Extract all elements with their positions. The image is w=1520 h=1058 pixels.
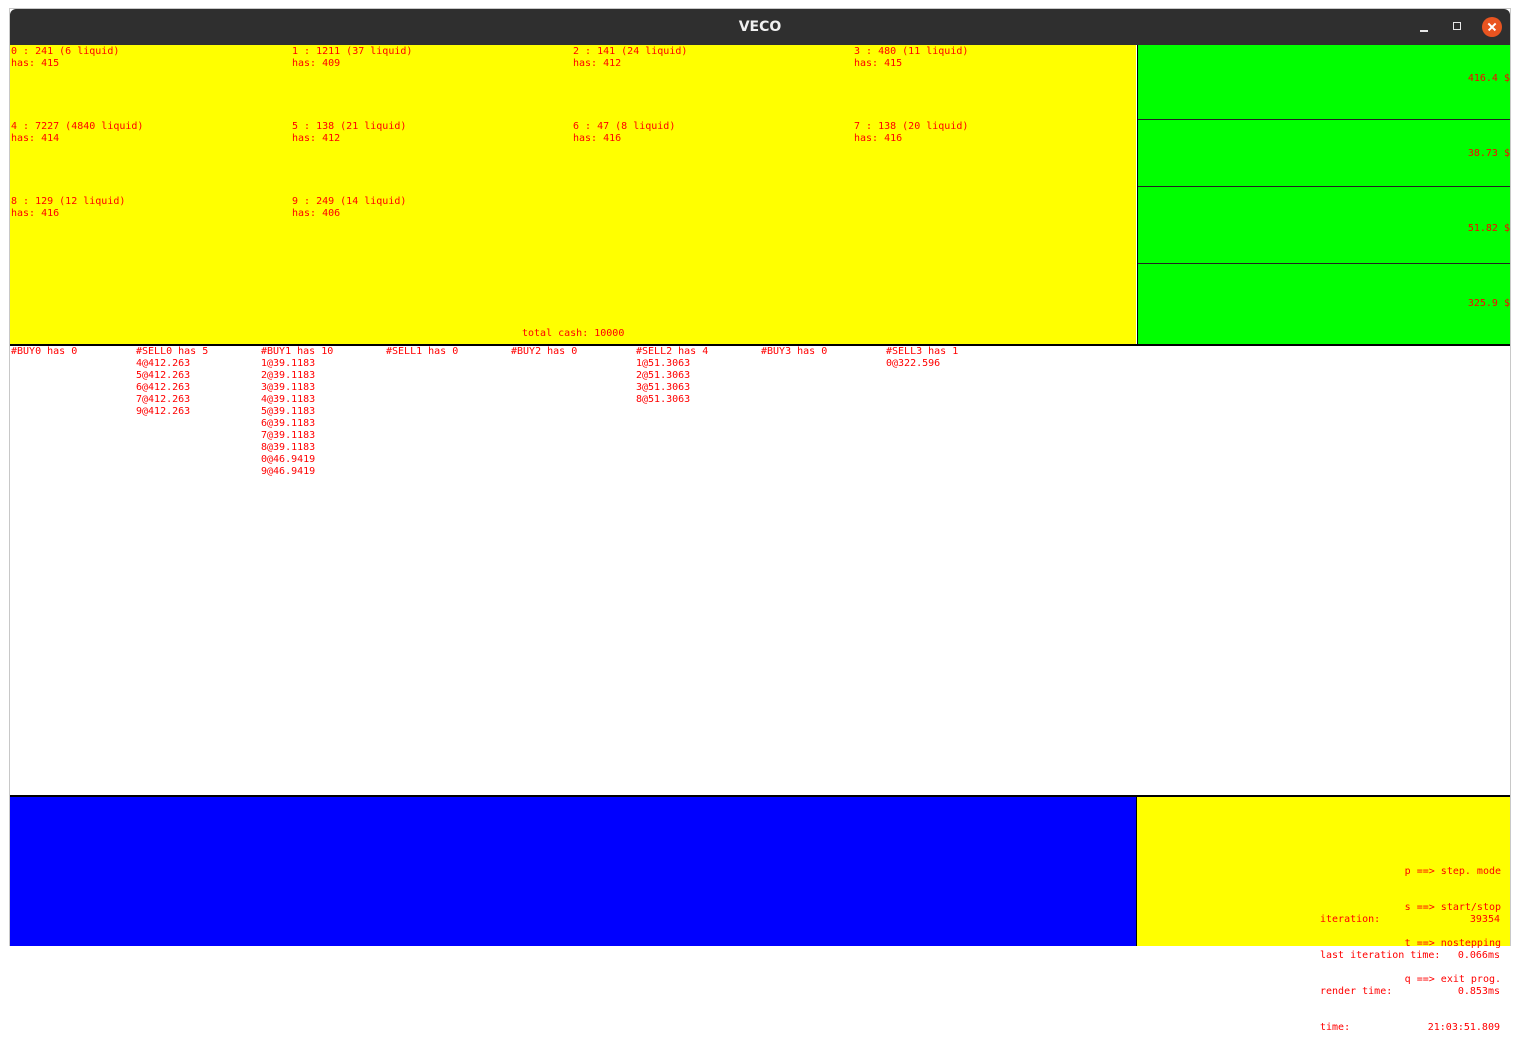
stat-last-iteration-time: last iteration time: 0.066ms [1320, 950, 1500, 961]
price-value: 416.4 $ [1467, 73, 1510, 84]
window-title: VECO [738, 19, 782, 35]
account-1: 1 : 1211 (37 liquid) has: 409 [292, 46, 413, 69]
price-value: 51.82 $ [1467, 223, 1510, 234]
stat-time: time: 21:03:51.809 [1320, 1022, 1500, 1033]
minimize-button[interactable] [1414, 17, 1434, 37]
price-row-1: 38.73 $ [1138, 120, 1510, 187]
order-book-sell1: #SELL1 has 0 [386, 346, 459, 357]
stat-iteration: iteration: 39354 [1320, 914, 1500, 925]
account-6: 6 : 47 (8 liquid) has: 416 [573, 121, 676, 144]
canvas: 0 : 241 (6 liquid) has: 415 1 : 1211 (37 … [10, 45, 1510, 1033]
orders-panel: #BUY0 has 0 #SELL0 has 5 4@412.263 5@412.… [10, 346, 1510, 796]
account-5: 5 : 138 (21 liquid) has: 412 [292, 121, 407, 144]
total-cash: total cash: 10000 [522, 328, 625, 339]
maximize-button[interactable] [1448, 17, 1468, 37]
price-value: 38.73 $ [1467, 148, 1510, 159]
account-7: 7 : 138 (20 liquid) has: 416 [854, 121, 969, 144]
order-book-buy1: #BUY1 has 10 1@39.1183 2@39.1183 3@39.118… [261, 346, 334, 477]
close-button[interactable] [1482, 17, 1502, 37]
order-book-buy0: #BUY0 has 0 [11, 346, 78, 357]
title-bar[interactable]: VECO [10, 9, 1510, 45]
account-0: 0 : 241 (6 liquid) has: 415 [11, 46, 120, 69]
prices-panel: 416.4 $ 38.73 $ 51.82 $ 325.9 $ [1137, 45, 1510, 344]
key-hint: p ==> step. mode [1404, 866, 1501, 877]
accounts-panel: 0 : 241 (6 liquid) has: 415 1 : 1211 (37 … [10, 45, 1136, 344]
price-value: 325.9 $ [1467, 298, 1510, 309]
stat-render-time: render time: 0.853ms [1320, 986, 1500, 997]
app-window: VECO 0 : 241 (6 liquid) has: 415 1 : 1211… [9, 8, 1511, 1033]
account-8: 8 : 129 (12 liquid) has: 416 [11, 196, 126, 219]
order-book-sell0: #SELL0 has 5 4@412.263 5@412.263 6@412.26… [136, 346, 209, 417]
account-2: 2 : 141 (24 liquid) has: 412 [573, 46, 688, 69]
account-4: 4 : 7227 (4840 liquid) has: 414 [11, 121, 144, 144]
account-3: 3 : 480 (11 liquid) has: 415 [854, 46, 969, 69]
account-9: 9 : 249 (14 liquid) has: 406 [292, 196, 407, 219]
info-panel: p ==> step. mode s ==> start/stop t ==> … [1136, 797, 1510, 1033]
order-book-sell3: #SELL3 has 1 0@322.596 [886, 346, 959, 369]
order-book-buy3: #BUY3 has 0 [761, 346, 828, 357]
order-book-sell2: #SELL2 has 4 1@51.3063 2@51.3063 3@51.306… [636, 346, 709, 405]
order-book-buy2: #BUY2 has 0 [511, 346, 578, 357]
graph-panel [10, 797, 1136, 946]
stats: iteration: 39354 last iteration time: 0.06… [1320, 890, 1500, 1058]
price-row-2: 51.82 $ [1138, 187, 1510, 264]
price-row-0: 416.4 $ [1138, 45, 1510, 120]
price-row-3: 325.9 $ [1138, 264, 1510, 344]
